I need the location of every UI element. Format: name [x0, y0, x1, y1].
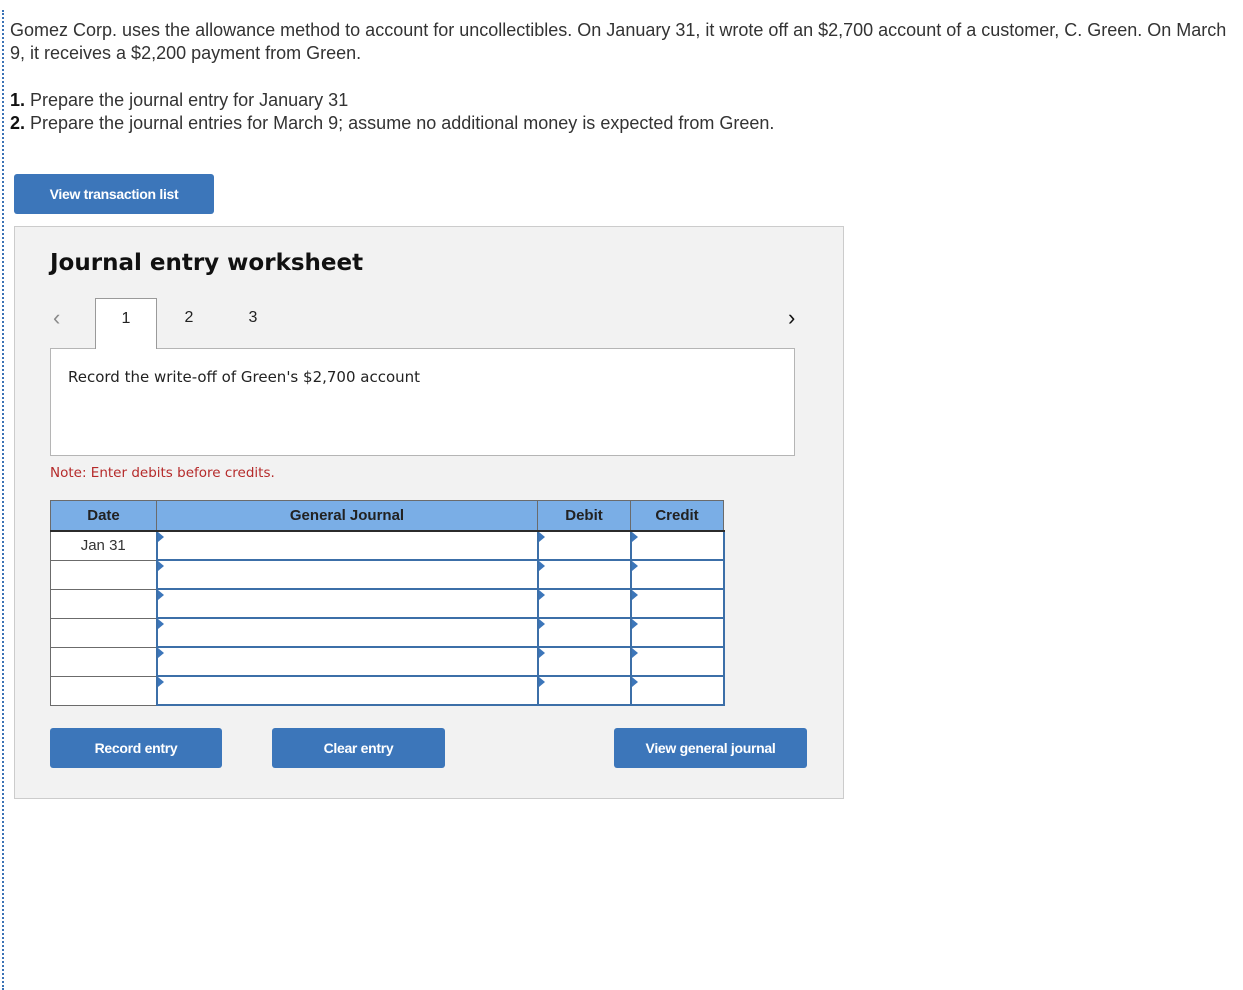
question-2: 2. Prepare the journal entries for March… [10, 113, 775, 133]
date-cell [50, 588, 157, 619]
table-row [50, 617, 725, 648]
account-cell[interactable] [155, 675, 539, 706]
question-list: 1. Prepare the journal entry for January… [10, 89, 774, 135]
transaction-description-box: Record the write-off of Green's $2,700 a… [50, 348, 795, 456]
debit-cell[interactable] [536, 559, 632, 590]
account-cell[interactable] [155, 617, 539, 648]
view-transaction-list-button[interactable]: View transaction list [14, 174, 214, 214]
account-input[interactable] [157, 677, 537, 704]
account-input[interactable] [157, 561, 537, 588]
debit-credit-note: Note: Enter debits before credits. [50, 465, 275, 481]
debit-input[interactable] [538, 561, 630, 588]
date-cell: Jan 31 [50, 530, 157, 561]
chevron-left-icon[interactable]: ‹ [53, 305, 60, 331]
credit-cell[interactable] [629, 675, 725, 706]
clear-entry-button[interactable]: Clear entry [272, 728, 445, 768]
credit-cell[interactable] [629, 530, 725, 561]
account-input[interactable] [157, 619, 537, 646]
debit-cell[interactable] [536, 588, 632, 619]
header-debit: Debit [537, 500, 631, 532]
journal-table: Date General Journal Debit Credit Jan 31 [50, 500, 725, 706]
account-cell[interactable] [155, 588, 539, 619]
debit-input[interactable] [538, 619, 630, 646]
debit-input[interactable] [538, 677, 630, 704]
credit-input[interactable] [631, 532, 723, 559]
debit-input[interactable] [538, 648, 630, 675]
credit-input[interactable] [631, 619, 723, 646]
record-entry-button[interactable]: Record entry [50, 728, 222, 768]
view-general-journal-button[interactable]: View general journal [614, 728, 807, 768]
debit-input[interactable] [538, 590, 630, 617]
left-border-rule [2, 10, 4, 990]
problem-statement: Gomez Corp. uses the allowance method to… [10, 19, 1230, 65]
table-row [50, 559, 725, 590]
credit-cell[interactable] [629, 617, 725, 648]
debit-cell[interactable] [536, 530, 632, 561]
credit-cell[interactable] [629, 646, 725, 677]
tab-1[interactable]: 1 [95, 298, 157, 349]
account-input[interactable] [157, 590, 537, 617]
transaction-description: Record the write-off of Green's $2,700 a… [68, 368, 421, 386]
debit-cell[interactable] [536, 617, 632, 648]
date-cell [50, 675, 157, 706]
account-cell[interactable] [155, 530, 539, 561]
credit-input[interactable] [631, 648, 723, 675]
header-date: Date [50, 500, 157, 532]
table-row [50, 646, 725, 677]
journal-entry-worksheet: Journal entry worksheet ‹ 1 2 3 › Record… [14, 226, 844, 799]
problem-text: Gomez Corp. uses the allowance method to… [10, 20, 1227, 63]
journal-header-row: Date General Journal Debit Credit [50, 500, 724, 532]
tab-2[interactable]: 2 [159, 298, 219, 348]
question-1: 1. Prepare the journal entry for January… [10, 90, 349, 110]
header-credit: Credit [630, 500, 724, 532]
date-cell [50, 646, 157, 677]
tab-3[interactable]: 3 [223, 298, 283, 348]
date-cell [50, 559, 157, 590]
table-row [50, 675, 725, 706]
debit-cell[interactable] [536, 646, 632, 677]
date-cell [50, 617, 157, 648]
account-input[interactable] [157, 532, 537, 559]
header-general-journal: General Journal [156, 500, 538, 532]
worksheet-title: Journal entry worksheet [50, 250, 364, 276]
credit-cell[interactable] [629, 559, 725, 590]
debit-input[interactable] [538, 532, 630, 559]
table-row [50, 588, 725, 619]
account-cell[interactable] [155, 646, 539, 677]
debit-cell[interactable] [536, 675, 632, 706]
account-cell[interactable] [155, 559, 539, 590]
credit-input[interactable] [631, 677, 723, 704]
chevron-right-icon[interactable]: › [788, 305, 795, 331]
table-row: Jan 31 [50, 530, 725, 561]
credit-input[interactable] [631, 590, 723, 617]
credit-input[interactable] [631, 561, 723, 588]
account-input[interactable] [157, 648, 537, 675]
credit-cell[interactable] [629, 588, 725, 619]
